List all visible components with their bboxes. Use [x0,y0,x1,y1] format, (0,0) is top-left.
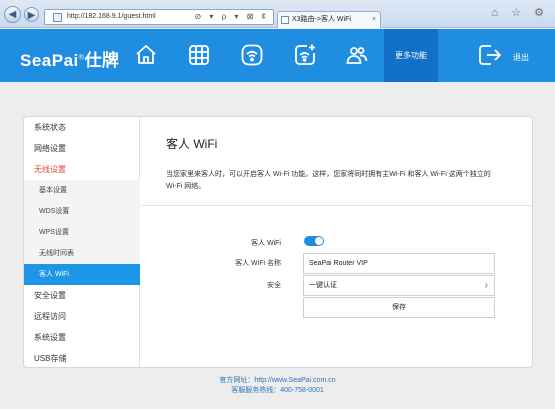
wifi-name-label: 客人 WiFi 名称 [235,260,281,267]
sidebar-item-usb[interactable]: USB存储 [24,348,140,367]
tab-title: X3路由->客人 WiFi [292,16,351,23]
sidebar-item-security[interactable]: 安全设置 [24,285,140,306]
sidebar-item-wireless[interactable]: 无线设置 [24,159,140,180]
sidebar-item-remote[interactable]: 远程访问 [24,306,140,327]
app-header: SeaPai®仕牌 更多功能 退出 [0,29,555,82]
brand-logo[interactable]: SeaPai®仕牌 [20,46,119,71]
more-functions-button[interactable]: 更多功能 [384,29,438,82]
grid-icon[interactable] [187,43,211,67]
security-label: 安全 [267,282,281,289]
sidebar-item-system-status[interactable]: 系统状态 [24,117,140,138]
save-button[interactable]: 保存 [303,297,495,318]
home-icon[interactable] [134,43,158,67]
address-bar[interactable]: http://192.168.9.1/guest.html ⊘ ▾ ρ ▾ ⊠ … [44,9,274,25]
page-icon [53,13,62,22]
browser-toolbar-icons[interactable]: ⌂ ☆ ⚙ [492,6,549,19]
forward-icon[interactable]: ▶ [24,7,39,22]
sidebar-item-system-settings[interactable]: 系统设置 [24,327,140,348]
add-wifi-icon[interactable] [293,43,317,67]
guest-wifi-toggle[interactable] [304,236,324,246]
address-url: http://192.168.9.1/guest.html [67,13,156,20]
sidebar-item-wps[interactable]: WPS设置 [24,222,140,243]
main-content: 客人 WiFi 当您家里来客人时，可以开启客人 Wi-Fi 功能。这样，您家将同… [141,117,532,367]
tab-close-icon[interactable]: × [372,12,376,27]
page-description: 当您家里来客人时，可以开启客人 Wi-Fi 功能。这样，您家将同时拥有主Wi-F… [166,171,491,190]
browser-tab[interactable]: X3路由->客人 WiFi × [277,11,381,28]
sidebar-item-guest-wifi[interactable]: 客人 WiFi [24,264,140,285]
footer-website[interactable]: 官方网址：http://www.SeaPai.com.cn [0,376,555,386]
address-tools[interactable]: ⊘ ▾ ρ ▾ ⊠ ¢ [194,10,269,24]
security-value: 一键认证 [309,282,337,289]
browser-chrome: ◀ ▶ http://192.168.9.1/guest.html ⊘ ▾ ρ … [0,0,555,28]
wifi-name-value: SeaPai Router VIP [309,260,368,267]
wifi-icon[interactable] [240,43,264,67]
footer-hotline: 客服服务热线：400-758-0001 [231,387,324,394]
users-icon[interactable] [345,43,369,67]
logout-icon[interactable] [478,44,502,66]
brand-name: SeaPai [20,51,79,70]
footer: 官方网址：http://www.SeaPai.com.cn 客服服务热线：400… [0,376,555,396]
sidebar-item-basic[interactable]: 基本设置 [24,180,140,201]
tab-favicon [281,16,289,24]
page-title: 客人 WiFi [166,137,218,151]
divider [141,205,532,206]
security-select[interactable]: 一键认证 › [303,275,495,296]
guest-wifi-label: 客人 WiFi [251,240,281,247]
wifi-name-input[interactable]: SeaPai Router VIP [303,253,495,274]
logout-link[interactable]: 退出 [513,52,529,63]
sidebar-item-network[interactable]: 网络设置 [24,138,140,159]
brand-name-cn: 仕牌 [84,51,120,70]
chevron-right-icon: › [484,280,488,291]
settings-card: 系统状态 网络设置 无线设置 基本设置 WDS设置 WPS设置 无线时间表 客人… [23,116,533,368]
sidebar: 系统状态 网络设置 无线设置 基本设置 WDS设置 WPS设置 无线时间表 客人… [24,117,140,367]
sidebar-item-schedule[interactable]: 无线时间表 [24,243,140,264]
sidebar-item-wds[interactable]: WDS设置 [24,201,140,222]
back-icon[interactable]: ◀ [4,6,21,23]
